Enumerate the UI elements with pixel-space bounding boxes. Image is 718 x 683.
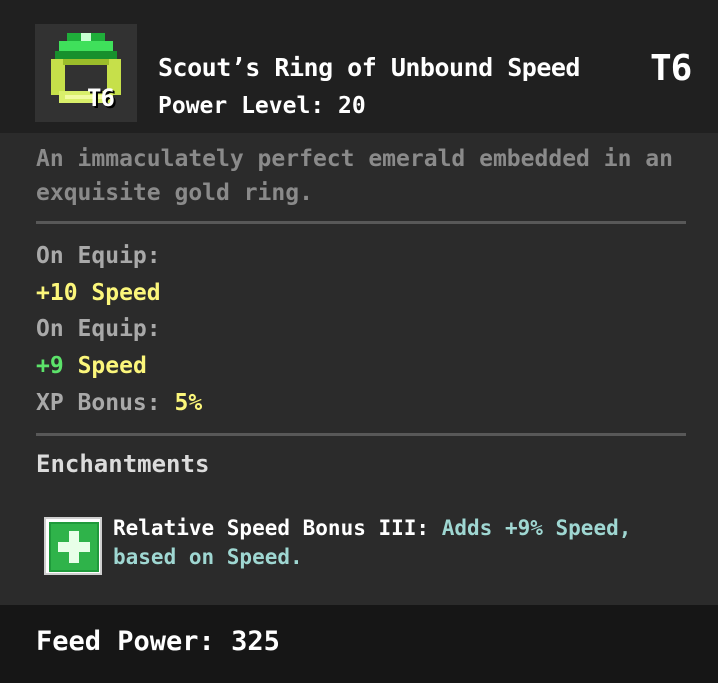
item-tier: T6	[650, 48, 692, 89]
green-plus-icon	[44, 517, 102, 575]
plus-graphic	[49, 522, 99, 572]
item-tooltip: T6 Scout’s Ring of Unbound Speed T6 Powe…	[0, 0, 718, 683]
on-equip-label: On Equip:	[36, 316, 161, 342]
tooltip-footer: Feed Power: 325	[0, 605, 718, 683]
stat-line: +9 Speed	[36, 353, 147, 379]
icon-tier-badge: T6	[87, 84, 115, 112]
on-equip-label: On Equip:	[36, 243, 161, 269]
xp-bonus-value: 5%	[174, 390, 203, 416]
xp-bonus: XP Bonus: 5%	[36, 390, 202, 416]
power-level: Power Level: 20	[158, 93, 366, 119]
stat-value: +9	[36, 353, 64, 379]
enchantments-title: Enchantments	[36, 450, 210, 478]
feed-power: Feed Power: 325	[36, 626, 280, 657]
emerald-ring-icon: T6	[35, 24, 137, 122]
xp-bonus-label: XP Bonus:	[36, 390, 161, 416]
item-name: Scout’s Ring of Unbound Speed	[158, 53, 581, 82]
stat-name: Speed	[77, 353, 147, 379]
divider	[36, 433, 686, 436]
divider	[36, 221, 686, 224]
tooltip-header: T6 Scout’s Ring of Unbound Speed T6 Powe…	[0, 0, 718, 133]
stat-line: +10 Speed	[36, 280, 161, 306]
ring-graphic	[51, 33, 121, 103]
enchantment-text: Relative Speed Bonus III: Adds +9% Speed…	[113, 514, 673, 572]
enchantment-name: Relative Speed Bonus III:	[113, 516, 430, 540]
item-description: An immaculately perfect emerald embedded…	[36, 146, 673, 206]
